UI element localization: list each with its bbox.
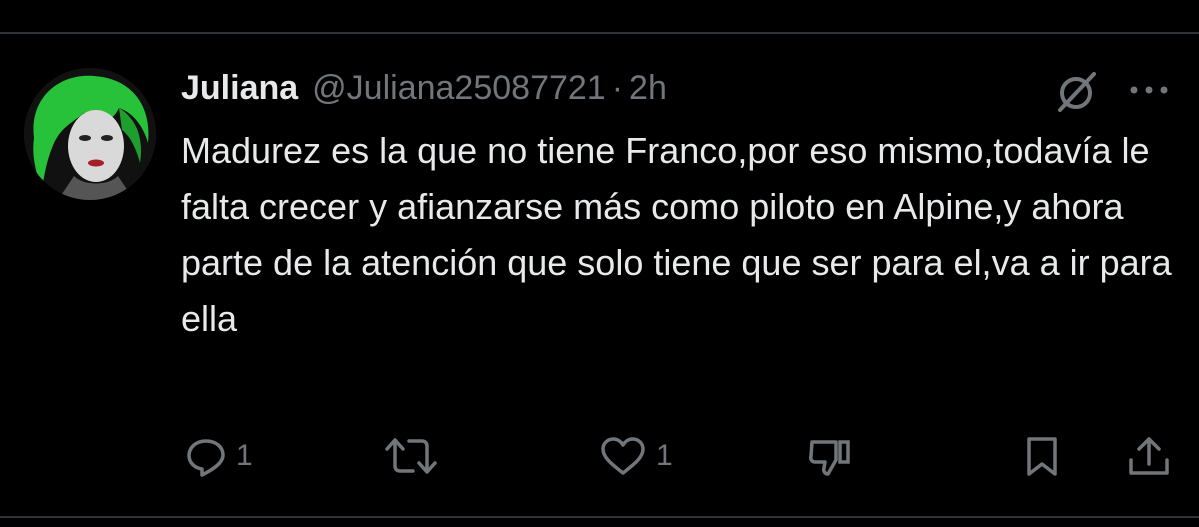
retweet-icon bbox=[385, 438, 437, 474]
action-bar: 1 1 bbox=[0, 430, 1199, 482]
display-name[interactable]: Juliana bbox=[181, 69, 298, 108]
bottom-divider bbox=[0, 516, 1199, 518]
like-count: 1 bbox=[656, 439, 673, 472]
tweet-text: Madurez es la que no tiene Franco,por es… bbox=[181, 130, 1172, 339]
retweet-button[interactable] bbox=[383, 430, 447, 482]
user-handle[interactable]: @Juliana25087721 bbox=[312, 69, 606, 108]
avatar[interactable] bbox=[24, 68, 156, 200]
like-button[interactable]: 1 bbox=[598, 430, 673, 482]
thumbs-down-icon bbox=[809, 440, 850, 476]
timestamp[interactable]: 2h bbox=[629, 69, 667, 108]
separator-dot: · bbox=[611, 68, 624, 107]
bookmark-button[interactable] bbox=[1020, 430, 1064, 482]
grok-icon[interactable] bbox=[1052, 70, 1100, 114]
share-icon bbox=[1129, 437, 1169, 475]
tweet-header: Juliana @Juliana25087721 · 2h bbox=[181, 66, 667, 110]
bookmark-icon bbox=[1027, 437, 1057, 476]
dislike-button[interactable] bbox=[806, 430, 854, 482]
more-icon[interactable] bbox=[1127, 78, 1171, 102]
top-divider bbox=[0, 32, 1199, 34]
share-button[interactable] bbox=[1125, 430, 1173, 482]
heart-icon bbox=[601, 437, 645, 475]
reply-icon bbox=[187, 439, 225, 477]
reply-count: 1 bbox=[236, 439, 253, 472]
reply-button[interactable]: 1 bbox=[184, 430, 253, 482]
